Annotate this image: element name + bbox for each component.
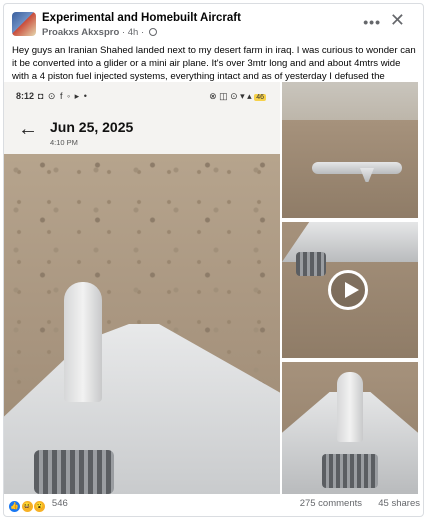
drone-engine xyxy=(34,450,114,494)
side-video[interactable] xyxy=(282,222,418,358)
desert-drone-photo xyxy=(4,154,280,494)
drone-engine xyxy=(322,454,378,488)
battery-icon: 46 xyxy=(254,94,266,101)
drone-fuselage xyxy=(312,162,402,174)
status-icons: ◘ ⊙ f ◦ ▸ • xyxy=(38,91,88,101)
haha-reaction-icon: 😆 xyxy=(20,500,34,513)
side-photo-3[interactable] xyxy=(282,362,418,494)
status-time: 8:12 xyxy=(16,91,35,101)
reactions-summary[interactable]: 👍 😆 😮 546 xyxy=(8,498,68,513)
drone-engine xyxy=(296,252,326,276)
side-photo-1[interactable] xyxy=(282,82,418,218)
play-icon[interactable] xyxy=(328,270,368,310)
photo-time: 4:10 PM xyxy=(50,138,78,147)
phone-status-bar: 8:12 ◘ ⊙ f ◦ ▸ • ⊗ ◫ ⊙ ▾ ▴ 46 xyxy=(4,82,280,104)
post-time[interactable]: 4h xyxy=(128,27,139,38)
group-avatar[interactable] xyxy=(12,12,36,36)
author-name[interactable]: Proakxs Akxspro xyxy=(42,27,119,38)
wow-reaction-icon: 😮 xyxy=(33,500,47,513)
post-footer: 👍 😆 😮 546 275 comments 45 shares xyxy=(8,498,420,513)
drone-nose xyxy=(337,372,363,442)
close-icon[interactable]: ✕ xyxy=(390,10,405,31)
comments-count[interactable]: 275 comments xyxy=(300,498,362,509)
more-options-icon[interactable]: ••• xyxy=(363,14,381,30)
group-name[interactable]: Experimental and Homebuilt Aircraft xyxy=(42,12,241,24)
shares-count[interactable]: 45 shares xyxy=(378,498,420,509)
photo-date: Jun 25, 2025 xyxy=(50,119,134,135)
back-arrow-icon: ← xyxy=(18,118,38,140)
reaction-count: 546 xyxy=(51,498,68,509)
post-meta: Proakxs Akxspro · 4h · xyxy=(42,27,157,38)
post-header: Experimental and Homebuilt Aircraft Proa… xyxy=(12,10,415,40)
globe-icon xyxy=(148,28,157,36)
like-reaction-icon: 👍 xyxy=(8,500,21,513)
status-right-symbols: ⊗ ◫ ⊙ ▾ ▴ xyxy=(209,91,252,101)
main-photo[interactable]: 8:12 ◘ ⊙ f ◦ ▸ • ⊗ ◫ ⊙ ▾ ▴ 46 ← Jun 25, … xyxy=(4,82,280,494)
status-right-icons: ⊗ ◫ ⊙ ▾ ▴ 46 xyxy=(209,91,266,102)
meta-separator: · xyxy=(140,27,147,38)
sky xyxy=(282,82,418,120)
drone-nose xyxy=(64,282,102,402)
